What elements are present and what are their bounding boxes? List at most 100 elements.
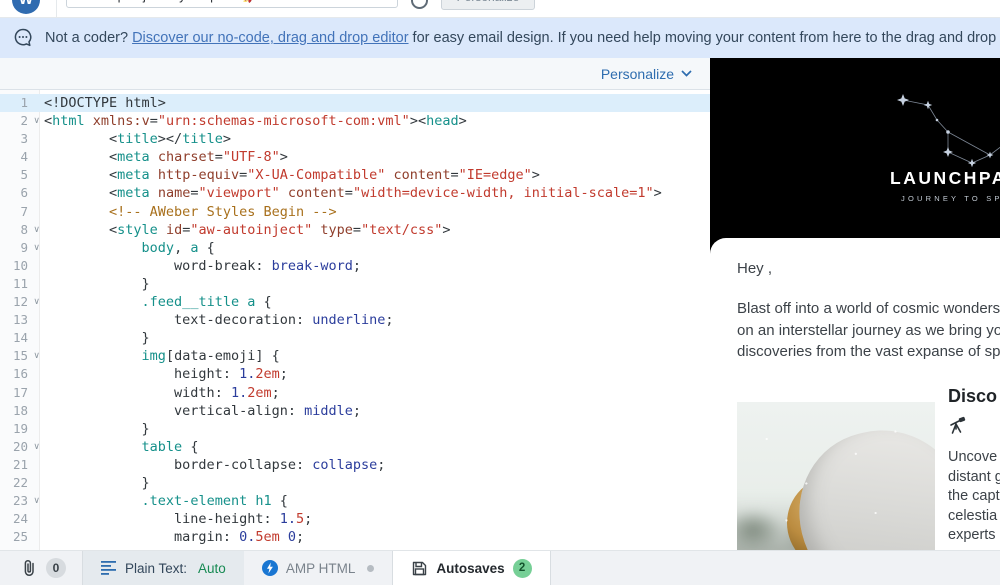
fold-caret-icon[interactable]: ∨ xyxy=(33,111,40,129)
code-line[interactable]: <html xmlns:v="urn:schemas-microsoft-com… xyxy=(44,112,710,130)
code-line[interactable]: .feed__title a { xyxy=(44,293,710,311)
code-line[interactable]: .text-element h1 { xyxy=(44,492,710,510)
attachments-button[interactable]: 0 xyxy=(0,551,82,585)
code-line[interactable]: word-break: break-word; xyxy=(44,257,710,275)
line-number: 7 xyxy=(0,203,40,221)
aweber-logo-icon[interactable]: W xyxy=(12,0,40,14)
line-number: 5 xyxy=(0,166,40,184)
amp-toggle-dot[interactable] xyxy=(367,565,374,572)
banner-text: for easy email design. If you need help … xyxy=(409,30,1000,46)
code-line[interactable]: width: 1.2em; xyxy=(44,384,710,402)
fold-caret-icon[interactable]: ∨ xyxy=(33,292,40,310)
code-line[interactable]: <style id="aw-autoinject" type="text/css… xyxy=(44,221,710,239)
plain-text-value: Auto xyxy=(198,561,226,576)
top-bar: W Launchpad journey to space 🚀 Personali… xyxy=(0,0,1000,18)
line-number: 23∨ xyxy=(0,492,40,510)
code-line[interactable]: border-collapse: collapse; xyxy=(44,456,710,474)
line-number: 19 xyxy=(0,420,40,438)
line-number: 21 xyxy=(0,456,40,474)
line-number: 25 xyxy=(0,528,40,546)
code-line[interactable]: <meta name="viewport" content="width=dev… xyxy=(44,184,710,202)
paperclip-icon xyxy=(20,558,38,578)
line-number: 15∨ xyxy=(0,347,40,365)
code-line[interactable]: } xyxy=(44,474,710,492)
editor-toolbar: Personalize xyxy=(0,58,710,90)
email-hero: LAUNCHPAD JOURNEY TO SPACE xyxy=(710,58,1000,244)
line-number: 4 xyxy=(0,148,40,166)
code-line[interactable]: line-height: 1.5; xyxy=(44,510,710,528)
divider xyxy=(56,0,57,18)
email-intro-paragraph: Blast off into a world of cosmic wonders… xyxy=(737,298,1000,363)
brand-subtitle: JOURNEY TO SPACE xyxy=(901,194,1000,203)
code-line[interactable]: text-decoration: underline; xyxy=(44,311,710,329)
emoji-picker-icon[interactable] xyxy=(411,0,428,9)
line-number: 13 xyxy=(0,311,40,329)
code-line[interactable]: <title></title> xyxy=(44,130,710,148)
line-number: 8∨ xyxy=(0,221,40,239)
email-preview-pane: LAUNCHPAD JOURNEY TO SPACE Hey , Blast o… xyxy=(710,58,1000,550)
code-lines[interactable]: <!DOCTYPE html><html xmlns:v="urn:schema… xyxy=(44,94,710,546)
code-line[interactable]: } xyxy=(44,275,710,293)
constellation-graphic xyxy=(710,58,1000,244)
code-line[interactable]: table { xyxy=(44,438,710,456)
code-line[interactable]: <meta charset="UTF-8"> xyxy=(44,148,710,166)
autosaves-count-badge: 2 xyxy=(513,559,532,578)
line-number: 17 xyxy=(0,384,40,402)
tab-plain-text[interactable]: Plain Text: Auto xyxy=(82,551,244,585)
line-number: 10 xyxy=(0,257,40,275)
line-number: 11 xyxy=(0,275,40,293)
subject-personalize-button[interactable]: Personalize xyxy=(441,0,535,10)
line-number: 9∨ xyxy=(0,239,40,257)
chat-bubble-icon xyxy=(12,27,34,49)
line-number: 24 xyxy=(0,510,40,528)
fold-caret-icon[interactable]: ∨ xyxy=(33,437,40,455)
brand-title: LAUNCHPAD xyxy=(890,168,1000,189)
line-number: 14 xyxy=(0,329,40,347)
code-line[interactable]: margin: 0.5em 0; xyxy=(44,528,710,546)
plain-text-label: Plain Text: xyxy=(125,561,187,576)
bottom-bar: 0 Plain Text: Auto AMP HTML xyxy=(0,550,1000,585)
gutter: 12∨345678∨9∨101112∨131415∨1617181920∨212… xyxy=(0,94,40,546)
code-line[interactable]: <meta http-equiv="X-UA-Compatible" conte… xyxy=(44,166,710,184)
amp-html-label: AMP HTML xyxy=(286,561,356,576)
line-number: 12∨ xyxy=(0,293,40,311)
fold-caret-icon[interactable]: ∨ xyxy=(33,491,40,509)
tab-amp-html[interactable]: AMP HTML xyxy=(244,551,393,585)
line-number: 20∨ xyxy=(0,438,40,456)
code-line[interactable]: height: 1.2em; xyxy=(44,365,710,383)
fold-caret-icon[interactable]: ∨ xyxy=(33,346,40,364)
code-line[interactable]: } xyxy=(44,420,710,438)
line-number: 1 xyxy=(0,94,40,112)
code-line[interactable]: body, a { xyxy=(44,239,710,257)
aweber-html-editor: W Launchpad journey to space 🚀 Personali… xyxy=(0,0,1000,585)
floppy-save-icon xyxy=(411,560,428,577)
line-number: 22 xyxy=(0,474,40,492)
personalize-dropdown[interactable]: Personalize xyxy=(601,66,692,82)
no-coder-banner: Not a coder? Discover our no-code, drag … xyxy=(0,18,1000,58)
line-number: 6 xyxy=(0,184,40,202)
email-body: Hey , Blast off into a world of cosmic w… xyxy=(710,238,1000,550)
banner-link[interactable]: Discover our no-code, drag and drop edit… xyxy=(132,30,408,46)
banner-message: Not a coder? Discover our no-code, drag … xyxy=(45,30,1000,46)
code-line[interactable]: <!-- AWeber Styles Begin --> xyxy=(44,203,710,221)
code-line[interactable]: vertical-align: middle; xyxy=(44,402,710,420)
line-number: 3 xyxy=(0,130,40,148)
email-greeting: Hey , xyxy=(737,260,772,277)
fold-caret-icon[interactable]: ∨ xyxy=(33,238,40,256)
amp-icon xyxy=(262,560,278,576)
line-number: 2∨ xyxy=(0,112,40,130)
code-line[interactable]: img[data-emoji] { xyxy=(44,347,710,365)
line-number: 16 xyxy=(0,365,40,383)
tab-autosaves[interactable]: Autosaves 2 xyxy=(392,551,550,585)
code-line[interactable]: <!DOCTYPE html> xyxy=(44,94,710,112)
code-area[interactable]: 12∨345678∨9∨101112∨131415∨1617181920∨212… xyxy=(0,90,710,550)
attachments-count-badge: 0 xyxy=(46,558,66,578)
autosaves-label: Autosaves xyxy=(436,561,504,576)
article-heading: Disco xyxy=(948,386,997,407)
banner-text: Not a coder? xyxy=(45,30,132,46)
fold-caret-icon[interactable]: ∨ xyxy=(33,220,40,238)
chevron-down-icon xyxy=(681,70,692,77)
personalize-label: Personalize xyxy=(601,66,674,82)
subject-input[interactable]: Launchpad journey to space 🚀 xyxy=(66,0,398,8)
code-line[interactable]: } xyxy=(44,329,710,347)
